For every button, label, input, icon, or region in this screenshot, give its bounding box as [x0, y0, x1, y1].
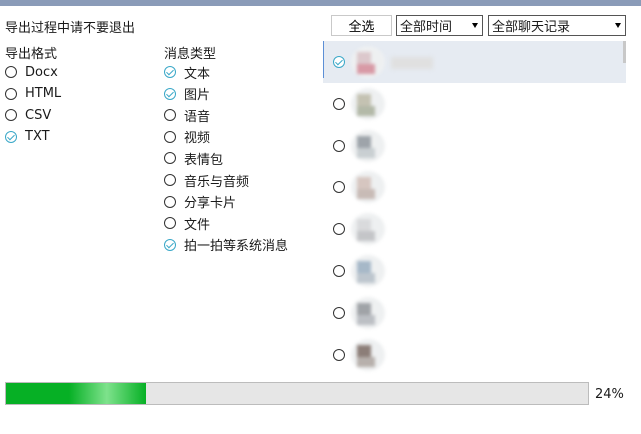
avatar-blur-block [357, 314, 375, 325]
radio-circle-icon[interactable] [333, 139, 345, 152]
radio-circle-icon [164, 130, 176, 143]
message-type-label: 表情包 [184, 152, 224, 168]
radio-circle-icon [5, 87, 17, 100]
message-type-option[interactable]: 文本 [164, 63, 211, 82]
radio-circle-icon [5, 109, 17, 121]
chat-list-scrollbar[interactable] [623, 41, 626, 63]
export-format-option[interactable]: TXT [5, 128, 50, 146]
export-format-label: CSV [25, 107, 52, 123]
message-type-option[interactable]: 文件 [164, 214, 211, 233]
avatar [351, 171, 385, 204]
radio-circle-icon[interactable] [333, 265, 345, 277]
avatar [351, 296, 385, 329]
message-type-label: 图片 [184, 88, 211, 104]
window-top-bar [0, 0, 641, 6]
message-type-option[interactable]: 音乐与音频 [164, 171, 250, 190]
chat-row[interactable] [323, 250, 626, 292]
avatar-blur-block [357, 147, 375, 158]
radio-circle-icon[interactable] [333, 348, 345, 361]
message-type-label: 文本 [184, 66, 211, 82]
chat-filter-dropdown[interactable]: 全部聊天记录 [488, 15, 626, 36]
avatar [351, 255, 385, 287]
avatar [351, 129, 385, 162]
export-progress-percent: 24% [595, 387, 624, 402]
checked-circle-icon [164, 87, 176, 100]
message-type-label: 分享卡片 [184, 196, 237, 212]
chat-row[interactable] [323, 125, 626, 167]
message-type-label: 音乐与音频 [184, 174, 250, 190]
export-progress-fill [6, 383, 146, 404]
avatar-blur-block [357, 356, 375, 367]
message-type-option[interactable]: 视频 [164, 128, 210, 146]
message-type-option[interactable]: 语音 [164, 106, 211, 125]
checked-circle-icon[interactable] [333, 56, 345, 68]
message-type-option[interactable]: 拍一拍等系统消息 [164, 236, 288, 254]
avatar-blur-block [357, 105, 375, 116]
export-format-label: TXT [25, 129, 50, 144]
message-type-title: 消息类型 [164, 47, 217, 62]
radio-circle-icon [164, 109, 176, 122]
export-format-option[interactable]: CSV [5, 106, 51, 124]
chevron-down-icon [472, 23, 478, 28]
selected-row-indicator [323, 41, 324, 78]
avatar-blur-block [357, 64, 375, 74]
avatar [351, 87, 385, 120]
chat-row[interactable] [323, 166, 626, 208]
select-all-button[interactable]: 全选 [331, 15, 392, 36]
checked-circle-icon [5, 130, 17, 143]
avatar-blur-block [357, 273, 375, 283]
export-format-option[interactable]: Docx [5, 63, 58, 81]
message-type-label: 拍一拍等系统消息 [184, 239, 289, 255]
export-format-option[interactable]: HTML [5, 85, 61, 103]
message-type-option[interactable]: 表情包 [164, 149, 224, 168]
message-type-label: 视频 [184, 131, 211, 147]
avatar-blur-block [357, 189, 375, 200]
chat-list[interactable] [323, 41, 626, 374]
radio-circle-icon[interactable] [333, 181, 345, 194]
radio-circle-icon [5, 66, 17, 78]
radio-circle-icon[interactable] [333, 223, 345, 236]
radio-circle-icon [164, 217, 176, 230]
message-type-label: 语音 [184, 109, 211, 125]
avatar [351, 46, 385, 78]
message-type-option[interactable]: 分享卡片 [164, 193, 236, 211]
chevron-down-icon [615, 23, 621, 28]
export-format-label: HTML [25, 86, 62, 101]
export-warning-text: 导出过程中请不要退出 [5, 21, 136, 36]
avatar [351, 338, 385, 371]
time-filter-value: 全部时间 [400, 20, 453, 35]
checked-circle-icon [164, 66, 176, 78]
message-type-label: 文件 [184, 217, 211, 233]
checked-circle-icon [164, 238, 176, 251]
radio-circle-icon[interactable] [333, 97, 345, 110]
radio-circle-icon[interactable] [333, 306, 345, 319]
avatar-blur-block [357, 231, 375, 242]
export-progress-bar [5, 382, 589, 405]
radio-circle-icon [164, 152, 176, 165]
chat-row[interactable] [323, 41, 626, 83]
radio-circle-icon [164, 195, 176, 208]
chat-filter-value: 全部聊天记录 [492, 20, 571, 35]
message-type-option[interactable]: 图片 [164, 85, 210, 103]
export-format-title: 导出格式 [5, 47, 58, 62]
chat-name-blurred [391, 57, 433, 69]
export-format-label: Docx [25, 64, 58, 80]
avatar [351, 213, 385, 246]
chat-row[interactable] [323, 292, 626, 334]
chat-row[interactable] [323, 334, 626, 374]
time-filter-dropdown[interactable]: 全部时间 [396, 15, 483, 36]
chat-row[interactable] [323, 208, 626, 250]
chat-row[interactable] [323, 83, 626, 125]
radio-circle-icon [164, 174, 176, 186]
